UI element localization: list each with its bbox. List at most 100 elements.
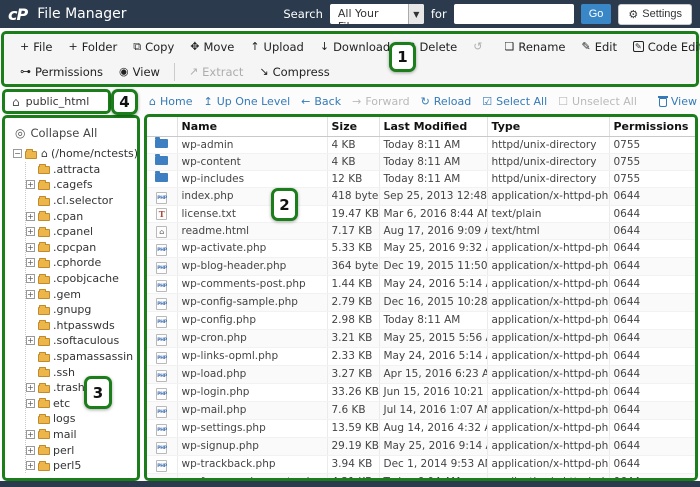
table-row[interactable]: PHPwp-load.php3.27 KBApr 15, 2016 6:23 A… <box>147 366 695 384</box>
nav-button-forward[interactable]: →Forward <box>352 95 409 108</box>
table-row[interactable]: Tlicense.txt19.47 KBMar 6, 2016 8:44 AMt… <box>147 206 695 223</box>
current-path-box[interactable]: ⌂ public_html <box>2 89 111 114</box>
toolbar-button-permissions[interactable]: ⊶Permissions <box>12 65 111 79</box>
tree-item-etc[interactable]: +etc <box>26 396 137 412</box>
table-row[interactable]: ⌂readme.html7.17 KBAug 17, 2016 9:09 AMt… <box>147 223 695 240</box>
column-header-permissions[interactable]: Permissions <box>609 117 695 137</box>
expand-node-icon[interactable]: + <box>26 243 35 252</box>
tree-item-cl-selector[interactable]: .cl.selector <box>26 193 137 209</box>
tree-item-cpcpan[interactable]: +.cpcpan <box>26 240 137 256</box>
tree-item-cphorde[interactable]: +.cphorde <box>26 255 137 271</box>
toolbar-button-view[interactable]: ◉View <box>111 65 168 79</box>
column-header-name[interactable]: Name <box>177 117 327 137</box>
rename-icon: ❏ <box>504 40 514 53</box>
table-row[interactable]: PHPwp-links-opml.php2.33 KBMay 24, 2016 … <box>147 348 695 366</box>
search-input[interactable] <box>454 4 574 24</box>
toolbar-button-compress[interactable]: ↘Compress <box>251 65 337 79</box>
table-row[interactable]: PHPwp-activate.php5.33 KBMay 25, 2016 9:… <box>147 240 695 258</box>
toolbar-button-upload[interactable]: ↑Upload <box>242 40 312 54</box>
toolbar-button-rename[interactable]: ❏Rename <box>496 40 573 54</box>
tree-item-label: .cpobjcache <box>53 272 119 285</box>
toolbar-button-folder[interactable]: +Folder <box>60 40 125 54</box>
expand-node-icon[interactable]: + <box>26 336 35 345</box>
table-row[interactable]: PHPwp-mail.php7.6 KBJul 14, 2016 1:07 AM… <box>147 402 695 420</box>
table-row[interactable]: PHPindex.php418 bytesSep 25, 2013 12:48 … <box>147 188 695 206</box>
file-type-icon-cell: PHP <box>147 384 177 402</box>
table-row[interactable]: PHPxenforo_requirements.php4.21 KBToday … <box>147 474 695 482</box>
toolbar-button-download[interactable]: ↓Download <box>312 40 398 54</box>
tree-item-ssh[interactable]: .ssh <box>26 364 137 380</box>
tree-item-softaculous[interactable]: +.softaculous <box>26 333 137 349</box>
column-header-type[interactable]: Type <box>487 117 609 137</box>
nav-button-home[interactable]: ⌂Home <box>149 95 192 108</box>
tree-item-cpanel[interactable]: +.cpanel <box>26 224 137 240</box>
toolbar-button-restore[interactable]: ↺ <box>465 40 490 53</box>
folder-icon <box>38 416 50 424</box>
reload-icon: ↻ <box>421 95 430 108</box>
tree-item-logs[interactable]: logs <box>26 411 137 427</box>
folder-icon <box>38 198 50 206</box>
search-scope-select[interactable]: All Your Files ▼ <box>330 4 424 24</box>
tree-item-spamassassin[interactable]: .spamassassin <box>26 349 137 365</box>
tree-item-htpasswds[interactable]: .htpasswds <box>26 318 137 334</box>
table-row[interactable]: PHPwp-comments-post.php1.44 KBMay 24, 20… <box>147 276 695 294</box>
nav-button-view-trash[interactable]: View Trash <box>659 95 700 108</box>
table-row[interactable]: PHPwp-config-sample.php2.79 KBDec 16, 20… <box>147 294 695 312</box>
table-row[interactable]: PHPwp-login.php33.26 KBJun 15, 2016 10:2… <box>147 384 695 402</box>
file-type-icon-cell: PHP <box>147 366 177 384</box>
tree-item-attracta[interactable]: .attracta <box>26 162 137 178</box>
collapse-all-button[interactable]: ◎ Collapse All <box>5 118 137 146</box>
tree-item-gem[interactable]: +.gem <box>26 286 137 302</box>
toolbar-button-label: Code Editor <box>648 40 700 54</box>
expand-node-icon[interactable]: + <box>26 461 35 470</box>
column-header-size[interactable]: Size <box>327 117 379 137</box>
tree-item-cagefs[interactable]: +.cagefs <box>26 177 137 193</box>
tree-item-cpan[interactable]: +.cpan <box>26 208 137 224</box>
nav-button-reload[interactable]: ↻Reload <box>421 95 472 108</box>
table-row[interactable]: PHPwp-cron.php3.21 KBMay 25, 2015 5:56 A… <box>147 330 695 348</box>
toolbar-button-move[interactable]: ✥Move <box>182 40 242 54</box>
expand-node-icon[interactable]: + <box>26 383 35 392</box>
tree-item-trash[interactable]: +.trash <box>26 380 137 396</box>
tree-item-cpobjcache[interactable]: + .cpobjcache <box>26 271 137 287</box>
expand-node-icon[interactable]: + <box>26 227 35 236</box>
file-modified: Aug 17, 2016 9:09 AM <box>379 223 487 240</box>
file-name: wp-trackback.php <box>177 456 327 474</box>
tree-item-perl[interactable]: +perl <box>26 442 137 458</box>
tree-item-gnupg[interactable]: .gnupg <box>26 302 137 318</box>
table-row[interactable]: wp-includes12 KBToday 8:11 AMhttpd/unix-… <box>147 171 695 188</box>
table-row[interactable]: PHPwp-signup.php29.19 KBMay 25, 2016 9:1… <box>147 438 695 456</box>
table-row[interactable]: wp-content4 KBToday 8:11 AMhttpd/unix-di… <box>147 154 695 171</box>
settings-button[interactable]: ⚙Settings <box>618 4 692 25</box>
collapse-node-icon[interactable]: − <box>13 149 22 158</box>
toolbar-button-code-editor[interactable]: ✎Code Editor <box>625 40 700 54</box>
expand-node-icon[interactable]: + <box>26 258 35 267</box>
expand-node-icon[interactable]: + <box>26 399 35 408</box>
nav-button-unselect-all[interactable]: ☐Unselect All <box>558 95 637 108</box>
expand-node-icon[interactable]: + <box>26 430 35 439</box>
nav-button-select-all[interactable]: ☑Select All <box>482 95 547 108</box>
column-header-last-modified[interactable]: Last Modified <box>379 117 487 137</box>
tree-item-mail[interactable]: +mail <box>26 427 137 443</box>
table-row[interactable]: PHPwp-settings.php13.59 KBAug 14, 2016 4… <box>147 420 695 438</box>
nav-button-up-one-level[interactable]: ↥Up One Level <box>203 95 290 108</box>
tree-item-perl5[interactable]: +perl5 <box>26 458 137 474</box>
table-row[interactable]: PHPwp-trackback.php3.94 KBDec 1, 2014 9:… <box>147 456 695 474</box>
tree-item-home-nctests[interactable]: −⌂(/home/nctests) <box>13 146 137 162</box>
expand-node-icon[interactable]: + <box>26 212 35 221</box>
toolbar-button-extract[interactable]: ↗Extract <box>181 65 251 79</box>
nav-button-back[interactable]: ←Back <box>301 95 341 108</box>
toolbar-button-edit[interactable]: ✎Edit <box>574 40 626 54</box>
go-button[interactable]: Go <box>581 4 612 24</box>
toolbar-button-label: Delete <box>419 40 457 54</box>
toolbar-button-file[interactable]: +File <box>12 40 60 54</box>
table-row[interactable]: PHPwp-blog-header.php364 bytesDec 19, 20… <box>147 258 695 276</box>
expand-node-icon[interactable]: + <box>26 290 35 299</box>
file-permissions: 0644 <box>609 456 695 474</box>
expand-node-icon[interactable]: + <box>26 446 35 455</box>
expand-node-icon[interactable]: + <box>26 180 35 189</box>
expand-node-icon[interactable]: + <box>26 274 35 283</box>
toolbar-button-copy[interactable]: ⧉Copy <box>125 40 182 54</box>
table-row[interactable]: PHPwp-config.php2.98 KBToday 8:11 AMappl… <box>147 312 695 330</box>
table-row[interactable]: wp-admin4 KBToday 8:11 AMhttpd/unix-dire… <box>147 137 695 154</box>
